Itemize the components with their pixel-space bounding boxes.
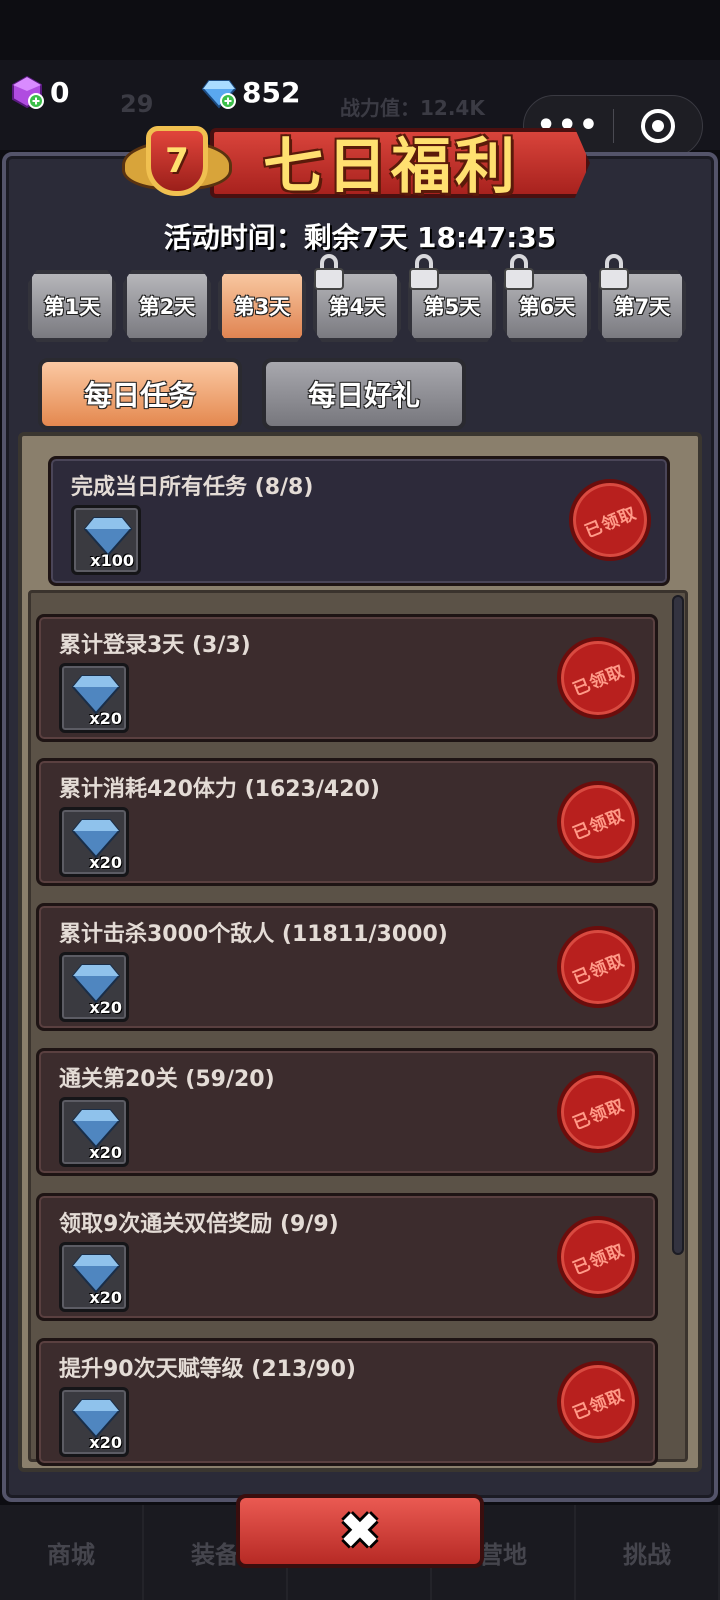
nav-challenge[interactable]: 挑战: [576, 1505, 720, 1600]
event-timer: 活动时间：剩余7天 18:47:35: [163, 221, 557, 254]
reward-quantity: x20: [89, 1288, 122, 1307]
day-count-badge: 7: [146, 126, 208, 196]
reward-slot[interactable]: x20: [59, 663, 129, 733]
diamond-value: 852: [242, 75, 301, 109]
tab-day-1[interactable]: 第1天: [28, 270, 116, 342]
task-title: 完成当日所有任务 (8/8): [71, 475, 314, 500]
claimed-label: 已领取: [570, 949, 628, 989]
reward-slot[interactable]: x20: [59, 1242, 129, 1312]
diamond-icon: [72, 1109, 120, 1148]
claimed-stamp: 已领取: [557, 1071, 639, 1153]
claimed-label: 已领取: [570, 660, 628, 700]
task-title: 领取9次通关双倍奖励 (9/9): [59, 1212, 339, 1237]
banner-title: 七日福利: [263, 132, 519, 202]
claimed-stamp: 已领取: [557, 637, 639, 719]
task-card: 累计击杀3000个敌人 (11811/3000) x20 已领取: [36, 903, 658, 1031]
reward-slot[interactable]: x20: [59, 1097, 129, 1167]
task-title: 提升90次天赋等级 (213/90): [59, 1357, 356, 1382]
scrollbar[interactable]: [672, 595, 684, 1255]
purple-gem-value: 0: [50, 75, 70, 109]
claimed-label: 已领取: [582, 502, 640, 542]
diamond-icon: [202, 80, 236, 109]
claimed-stamp: 已领取: [557, 781, 639, 863]
task-title: 累计消耗420体力 (1623/420): [59, 777, 380, 802]
task-title: 累计击杀3000个敌人 (11811/3000): [59, 922, 448, 947]
reward-slot[interactable]: x20: [59, 1387, 129, 1457]
claimed-label: 已领取: [570, 1384, 628, 1424]
close-button[interactable]: ✖: [236, 1494, 484, 1568]
close-icon: ✖: [339, 1502, 381, 1560]
reward-quantity: x20: [89, 1433, 122, 1452]
reward-quantity: x20: [89, 709, 122, 728]
task-title: 通关第20关 (59/20): [59, 1067, 275, 1092]
task-title: 累计登录3天 (3/3): [59, 633, 251, 658]
lock-icon: [409, 254, 439, 290]
reward-quantity: x20: [89, 998, 122, 1017]
task-card: 累计登录3天 (3/3) x20 已领取: [36, 614, 658, 742]
reward-slot[interactable]: x20: [59, 952, 129, 1022]
diamond-icon: [72, 675, 120, 714]
task-card: 提升90次天赋等级 (213/90) x20 已领取: [36, 1338, 658, 1466]
day-tabs: 第1天 第2天 第3天 第4天 第5天 第6天 第7天: [28, 270, 686, 342]
claimed-stamp: 已领取: [557, 926, 639, 1008]
purple-gem-counter[interactable]: 0: [10, 75, 69, 109]
reward-slot[interactable]: x100: [71, 505, 141, 575]
reward-slot[interactable]: x20: [59, 807, 129, 877]
diamond-icon: [84, 517, 132, 556]
lock-icon: [504, 254, 534, 290]
diamond-counter[interactable]: 852: [202, 75, 300, 109]
reward-quantity: x20: [89, 853, 122, 872]
purple-gem-icon: [12, 75, 44, 109]
claimed-label: 已领取: [570, 1094, 628, 1134]
nav-shop[interactable]: 商城: [0, 1505, 144, 1600]
tab-day-3[interactable]: 第3天: [218, 270, 306, 342]
exit-button[interactable]: [614, 109, 703, 143]
lock-icon: [314, 254, 344, 290]
reward-quantity: x100: [90, 551, 134, 570]
claimed-label: 已领取: [570, 1239, 628, 1279]
diamond-icon: [72, 964, 120, 1003]
tab-day-2[interactable]: 第2天: [123, 270, 211, 342]
diamond-icon: [72, 1399, 120, 1438]
summary-task-card: 完成当日所有任务 (8/8) x100 已领取: [48, 456, 670, 586]
task-card: 领取9次通关双倍奖励 (9/9) x20 已领取: [36, 1193, 658, 1321]
claimed-label: 已领取: [570, 804, 628, 844]
diamond-icon: [72, 1254, 120, 1293]
title-banner: 七日福利 7: [122, 108, 590, 212]
tab-daily-gifts[interactable]: 每日好礼: [262, 358, 466, 430]
claimed-stamp: 已领取: [557, 1216, 639, 1298]
tab-daily-tasks[interactable]: 每日任务: [38, 358, 242, 430]
claimed-stamp: 已领取: [557, 1361, 639, 1443]
reward-quantity: x20: [89, 1143, 122, 1162]
diamond-icon: [72, 819, 120, 858]
lock-icon: [599, 254, 629, 290]
task-card: 累计消耗420体力 (1623/420) x20 已领取: [36, 758, 658, 886]
claimed-stamp: 已领取: [569, 479, 651, 561]
task-card: 通关第20关 (59/20) x20 已领取: [36, 1048, 658, 1176]
target-icon: [640, 109, 675, 143]
